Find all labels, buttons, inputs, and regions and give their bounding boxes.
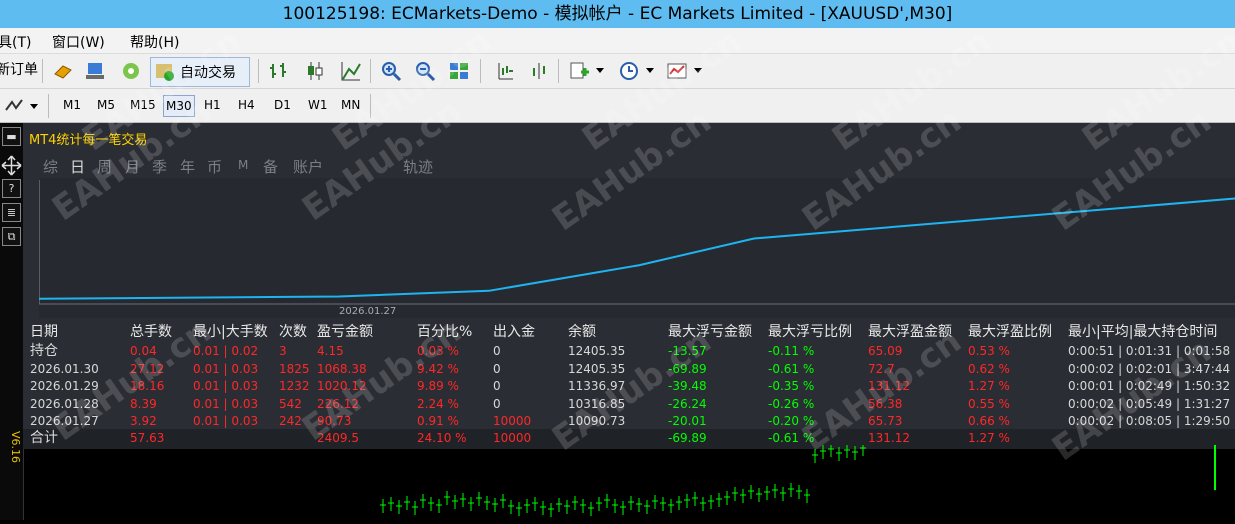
table-cell: 0.55 % [968, 396, 1010, 411]
chevron-down-icon[interactable] [596, 68, 604, 74]
auto-scroll-icon[interactable] [494, 60, 516, 82]
help-icon[interactable]: ? [2, 179, 21, 198]
table-cell: 10000 [493, 414, 532, 429]
timeframe-d1[interactable]: D1 [274, 95, 291, 115]
table-cell: 2.24 % [417, 396, 459, 411]
x-tick-label: 2026.01.27 [339, 306, 396, 317]
drawing-tools-icon[interactable] [4, 98, 24, 114]
menu-window[interactable]: 窗口(W) [52, 32, 105, 52]
table-cell: 3.92 [130, 414, 157, 429]
tab-year[interactable]: 年 [180, 156, 195, 177]
settings-icon[interactable]: ≣ [2, 203, 21, 222]
timeframe-m1[interactable]: M1 [63, 95, 81, 115]
menu-tools[interactable]: 具(T) [0, 32, 31, 52]
tab-notes[interactable]: 备 [263, 156, 278, 177]
table-cell: 0.01 | 0.03 [193, 414, 259, 429]
tab-summary[interactable]: 综 [43, 156, 58, 177]
price-chart-area [23, 442, 1235, 520]
tab-currency[interactable]: 币 [207, 156, 222, 177]
menu-help[interactable]: 帮助(H) [130, 32, 179, 52]
column-header: 最大浮亏比例 [768, 324, 852, 340]
table-cell: 1825 [279, 361, 310, 376]
window-title: 100125198: ECMarkets-Demo - 模拟帐户 - EC Ma… [0, 0, 1235, 28]
move-icon[interactable] [1, 155, 22, 176]
line-chart-icon[interactable] [340, 60, 362, 82]
table-cell: 1.27 % [968, 379, 1010, 394]
table-cell: 4.15 [317, 344, 344, 358]
table-cell: 0.53 % [968, 344, 1010, 358]
table-cell: -0.61 % [768, 361, 815, 376]
table-cell: 持仓 [30, 343, 58, 359]
table-cell: -0.26 % [768, 396, 815, 411]
version-label: V6.16 [9, 431, 22, 464]
new-order-button[interactable]: 新订单 [0, 59, 38, 81]
indicator-sidebar: ▬ ? ≣ ⧉ V6.16 [0, 123, 24, 520]
table-cell: 1232 [279, 379, 310, 394]
table-cell: 2026.01.30 [30, 361, 99, 376]
table-cell: 0 [493, 344, 501, 358]
timeframe-w1[interactable]: W1 [308, 95, 328, 115]
tab-magic[interactable]: M [238, 158, 248, 172]
table-cell: 0 [493, 396, 501, 411]
table-cell: 12405.35 [568, 344, 626, 358]
table-cell: 0.01 | 0.03 [193, 379, 259, 394]
table-cell: 0.91 % [417, 414, 459, 429]
price-candles [380, 442, 1216, 517]
column-header: 次数 [279, 324, 307, 340]
signal-icon[interactable] [120, 60, 142, 82]
candlestick-icon[interactable] [304, 60, 326, 82]
table-cell: -20.01 [668, 414, 707, 429]
timeframe-h4[interactable]: H4 [238, 95, 255, 115]
tab-account[interactable]: 账户 [293, 156, 323, 177]
table-cell: -26.24 [668, 396, 707, 411]
table-cell: 0 [493, 379, 501, 394]
table-cell: 9.89 % [417, 379, 459, 394]
indicators-icon[interactable] [568, 60, 590, 82]
chevron-down-icon[interactable] [30, 104, 38, 110]
column-header: 日期 [30, 324, 58, 340]
table-cell: 0 [493, 361, 501, 376]
table-cell: 0.01 | 0.03 [193, 396, 259, 411]
minimize-icon[interactable]: ▬ [2, 127, 21, 146]
table-cell: 0.62 % [968, 361, 1010, 376]
column-header: 出入金 [493, 324, 535, 340]
chart-shift-icon[interactable] [528, 60, 550, 82]
column-header: 最大浮盈比例 [968, 324, 1052, 340]
column-header: 盈亏金额 [317, 324, 373, 340]
table-cell: -0.11 % [768, 344, 815, 358]
terminal-icon[interactable] [84, 60, 106, 82]
table-cell: 3 [279, 344, 287, 358]
bar-chart-icon[interactable] [268, 60, 290, 82]
table-cell: -0.35 % [768, 379, 815, 394]
table-cell: 0.66 % [968, 414, 1010, 429]
column-header: 余额 [568, 324, 596, 340]
clock-icon[interactable] [618, 60, 640, 82]
restore-icon[interactable]: ⧉ [2, 227, 21, 246]
table-cell: 0.01 | 0.03 [193, 361, 259, 376]
table-cell: 542 [279, 396, 302, 411]
gold-bar-icon[interactable] [52, 60, 74, 82]
